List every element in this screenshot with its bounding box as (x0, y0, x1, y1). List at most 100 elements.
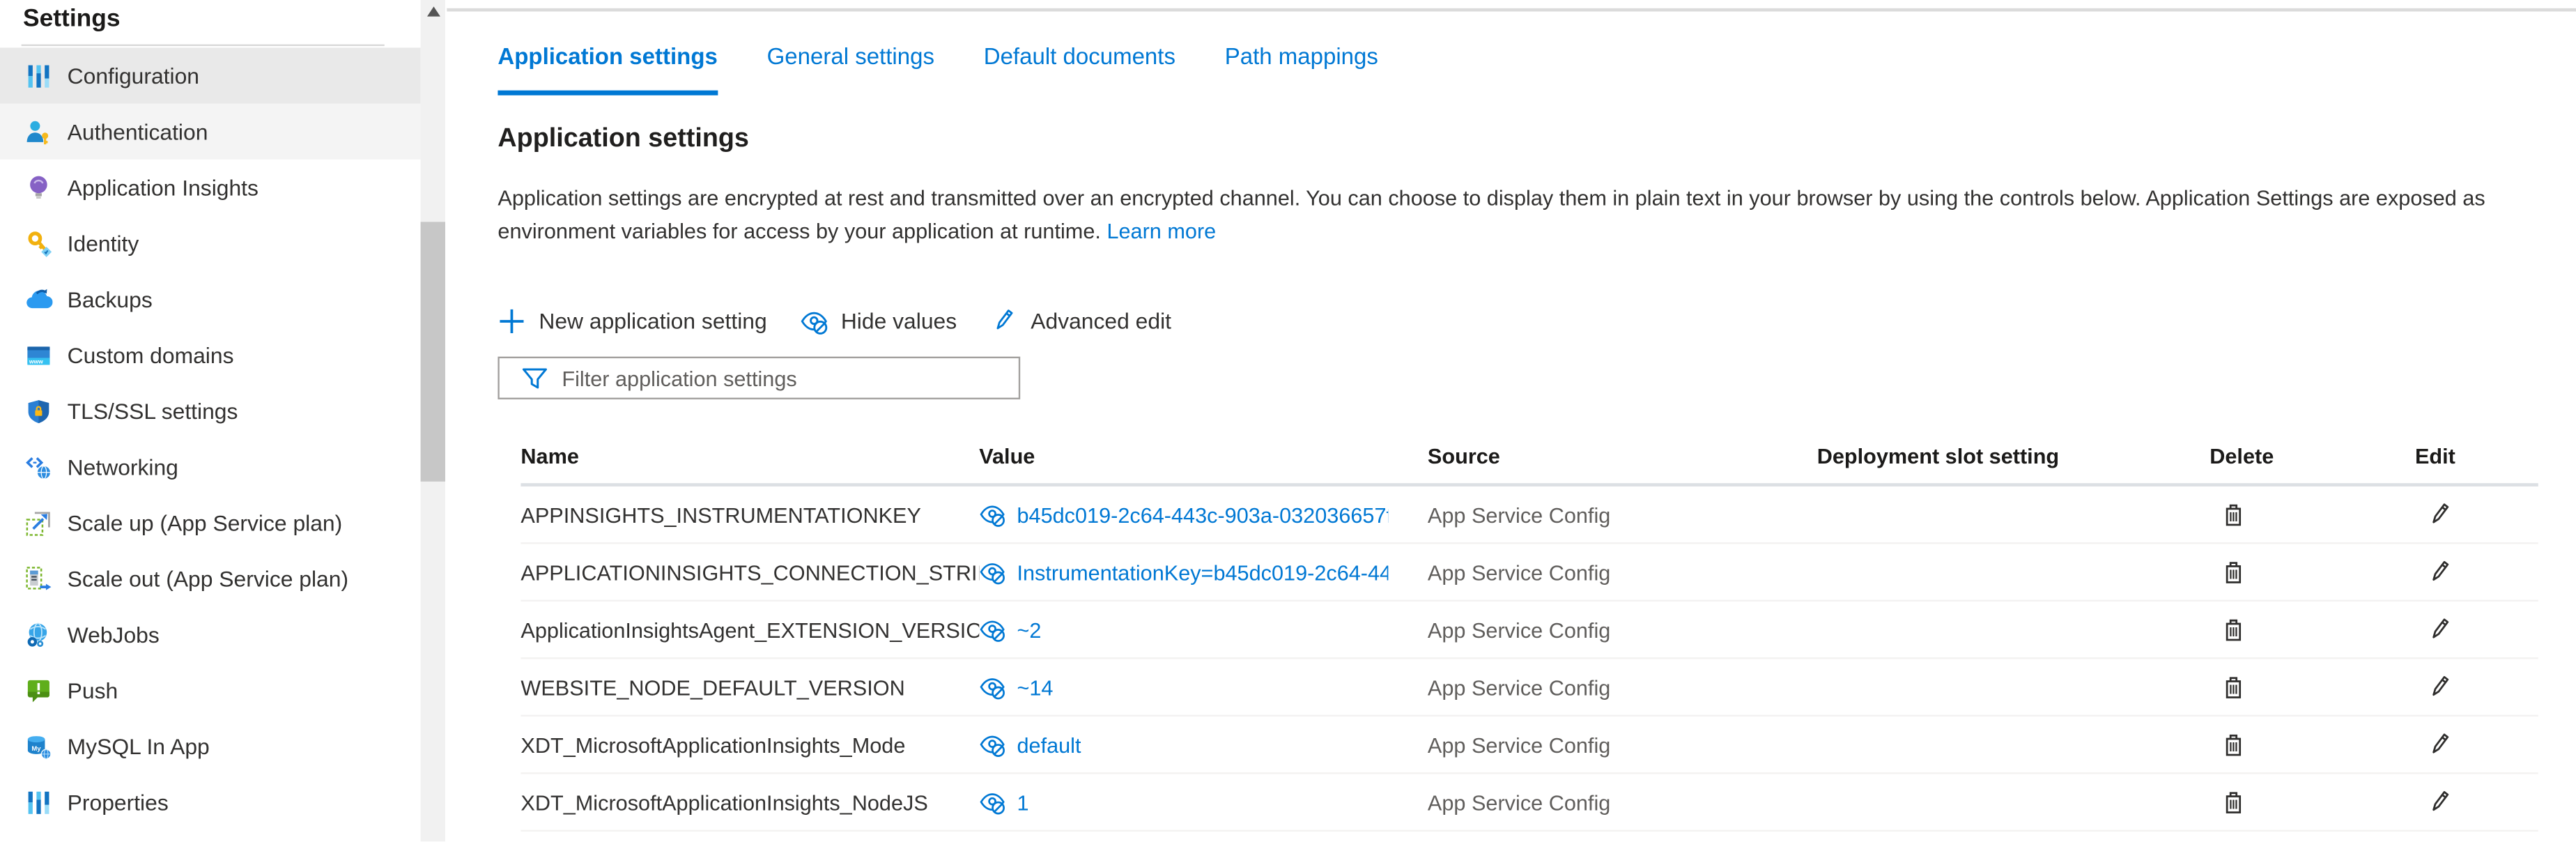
sidebar-item-label: WebJobs (67, 622, 160, 647)
edit-button[interactable] (2425, 730, 2453, 758)
sidebar-item-webjobs[interactable]: WebJobs (0, 606, 421, 662)
sidebar-item-custom-domains[interactable]: Custom domains (0, 327, 421, 383)
pencil-icon (2425, 788, 2453, 816)
setting-value-link[interactable]: InstrumentationKey=b45dc019-2c64-443 (1017, 560, 1388, 584)
app-window: Settings Configuration Authentication Appl… (0, 0, 2576, 842)
column-header-delete: Delete (2209, 443, 2274, 468)
trash-icon (2219, 615, 2247, 643)
delete-button[interactable] (2219, 673, 2247, 701)
scrollbar-thumb[interactable] (420, 222, 445, 482)
sidebar-item-tls-ssl-settings[interactable]: TLS/SSL settings (0, 383, 421, 438)
setting-value-link[interactable]: b45dc019-2c64-443c-903a-032036657f9 (1017, 502, 1388, 526)
column-header-source: Source (1427, 443, 1500, 468)
setting-value-cell: ~2 (979, 616, 1428, 643)
eye-hidden-icon[interactable] (979, 501, 1005, 528)
delete-button[interactable] (2219, 615, 2247, 643)
trash-icon (2219, 730, 2247, 758)
sidebar-item-networking[interactable]: Networking (0, 439, 421, 495)
sidebar-title: Settings (23, 5, 121, 33)
sidebar-item-scale-up-app-service-plan[interactable]: Scale up (App Service plan) (0, 495, 421, 551)
setting-source: App Service Config (1427, 559, 1611, 585)
setting-name: APPINSIGHTS_INSTRUMENTATIONKEY (520, 502, 921, 527)
delete-button[interactable] (2219, 558, 2247, 585)
pencil-icon (2425, 673, 2453, 701)
www-domain-icon (24, 341, 52, 369)
pencil-icon (2425, 500, 2453, 528)
person-key-icon (24, 118, 52, 146)
setting-source: App Service Config (1427, 617, 1611, 642)
delete-cell (2209, 673, 2415, 701)
filter-input[interactable]: Filter application settings (498, 356, 1021, 399)
edit-cell (2415, 673, 2538, 701)
sidebar-item-identity[interactable]: Identity (0, 215, 421, 271)
sidebar-item-label: Authentication (67, 118, 208, 144)
delete-button[interactable] (2219, 500, 2247, 528)
scale-out-icon (24, 565, 52, 592)
sidebar-scrollbar[interactable] (420, 0, 445, 842)
sidebar-item-label: MySQL In App (67, 733, 210, 759)
network-globe-icon (24, 453, 52, 481)
delete-cell (2209, 788, 2415, 816)
table-row: APPINSIGHTS_INSTRUMENTATIONKEY b45dc019-2… (520, 487, 2538, 544)
delete-cell (2209, 500, 2415, 528)
tab-default-documents[interactable]: Default documents (984, 41, 1175, 95)
table-row: ApplicationInsightsAgent_EXTENSION_VERSI… (520, 602, 2538, 659)
edit-cell (2415, 615, 2538, 643)
table-header: Name Value Source Deployment slot setting De… (520, 427, 2538, 487)
table-row: WEBSITE_NODE_DEFAULT_VERSION ~14 App Servi… (520, 659, 2538, 717)
setting-value-link[interactable]: ~2 (1017, 617, 1041, 641)
eye-hidden-icon[interactable] (979, 559, 1005, 585)
eye-hidden-icon[interactable] (979, 731, 1005, 758)
table-row: XDT_MicrosoftApplicationInsights_NodeJS 1… (520, 774, 2538, 832)
sidebar: Settings Configuration Authentication Appl… (0, 0, 421, 842)
tab-application-settings[interactable]: Application settings (498, 41, 718, 95)
sidebar-item-properties[interactable]: Properties (0, 774, 421, 830)
trash-icon (2219, 788, 2247, 816)
mysql-icon (24, 732, 52, 760)
trash-icon (2219, 500, 2247, 528)
tab-path-mappings[interactable]: Path mappings (1225, 41, 1378, 95)
edit-button[interactable] (2425, 558, 2453, 585)
edit-button[interactable] (2425, 788, 2453, 816)
description: Application settings are encrypted at re… (498, 183, 2510, 248)
delete-button[interactable] (2219, 730, 2247, 758)
setting-value-cell: 1 (979, 789, 1428, 816)
sidebar-item-scale-out-app-service-plan[interactable]: Scale out (App Service plan) (0, 551, 421, 606)
scroll-up-icon[interactable] (426, 6, 440, 17)
sidebar-item-authentication[interactable]: Authentication (0, 103, 421, 160)
eye-hidden-icon[interactable] (979, 616, 1005, 643)
sidebar-item-mysql-in-app[interactable]: MySQL In App (0, 718, 421, 774)
learn-more-link[interactable]: Learn more (1106, 219, 1216, 243)
setting-value-cell: InstrumentationKey=b45dc019-2c64-443 (979, 559, 1428, 585)
delete-button[interactable] (2219, 788, 2247, 816)
tab-general-settings[interactable]: General settings (767, 41, 934, 95)
toolbar-button-advanced-edit[interactable]: Advanced edit (989, 303, 1171, 339)
edit-cell (2415, 730, 2538, 758)
setting-value-link[interactable]: 1 (1017, 790, 1028, 814)
sidebar-item-label: TLS/SSL settings (67, 398, 238, 424)
edit-button[interactable] (2425, 673, 2453, 701)
setting-value-link[interactable]: default (1017, 732, 1081, 756)
eye-hidden-icon[interactable] (979, 789, 1005, 816)
toolbar-button-hide-values[interactable]: Hide values (800, 303, 957, 339)
setting-value-link[interactable]: ~14 (1017, 675, 1053, 699)
pencil-icon (989, 307, 1017, 335)
cloud-backup-icon (24, 285, 52, 313)
setting-name: ApplicationInsightsAgent_EXTENSION_VERSI… (520, 617, 980, 642)
toolbar-button-new-application-setting[interactable]: New application setting (498, 303, 767, 339)
sidebar-item-application-insights[interactable]: Application Insights (0, 160, 421, 215)
toolbar-button-label: Advanced edit (1031, 308, 1172, 333)
trash-icon (2219, 558, 2247, 585)
eye-hidden-icon[interactable] (979, 674, 1005, 701)
sidebar-item-push[interactable]: Push (0, 662, 421, 718)
pencil-icon (2425, 558, 2453, 585)
plus-icon (498, 307, 525, 335)
edit-button[interactable] (2425, 615, 2453, 643)
edit-cell (2415, 500, 2538, 528)
setting-name: APPLICATIONINSIGHTS_CONNECTION_STRING (520, 559, 980, 585)
edit-button[interactable] (2425, 500, 2453, 528)
webjobs-icon (24, 620, 52, 648)
sidebar-item-configuration[interactable]: Configuration (0, 47, 421, 104)
sidebar-item-backups[interactable]: Backups (0, 271, 421, 327)
settings-table: Name Value Source Deployment slot setting De… (520, 427, 2538, 832)
